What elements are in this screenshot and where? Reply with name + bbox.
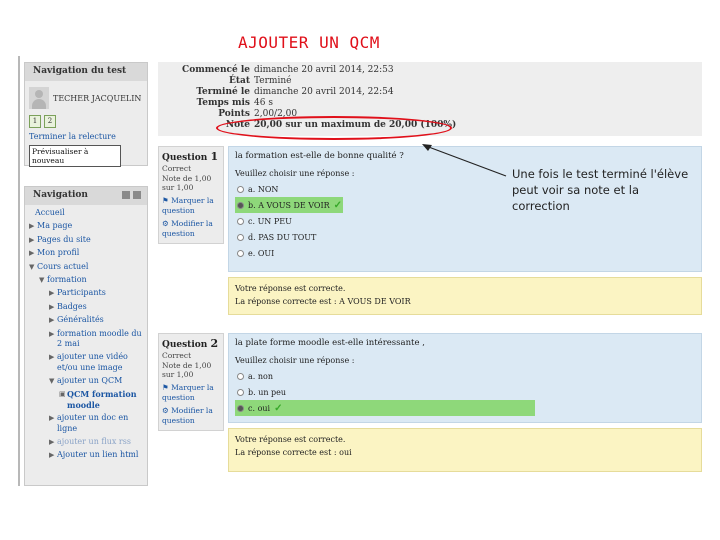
callout-arrow: [422, 144, 507, 177]
callout-text: Une fois le test terminé l'élève peut vo…: [512, 167, 689, 214]
